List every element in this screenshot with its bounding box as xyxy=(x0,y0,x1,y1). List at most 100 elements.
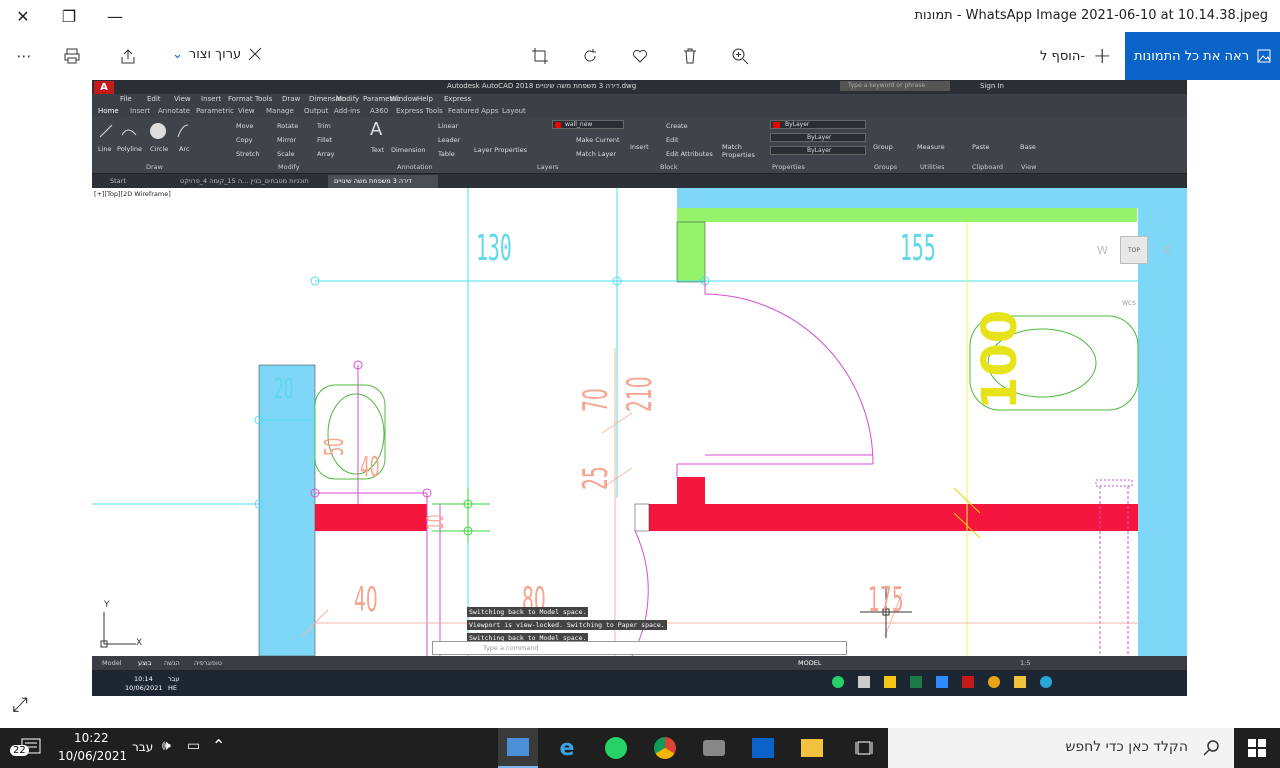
ribbon-tab[interactable]: Insert xyxy=(130,107,150,115)
ribbon-tab[interactable]: Featured Apps xyxy=(448,107,498,115)
menu-item[interactable]: Help xyxy=(417,95,433,103)
measure-tool[interactable]: Measure xyxy=(917,143,945,151)
taskbar-camera[interactable] xyxy=(694,734,734,762)
menu-item[interactable]: Draw xyxy=(282,95,300,103)
taskbar-photos[interactable] xyxy=(498,728,538,768)
polyline-tool[interactable]: Polyline xyxy=(117,145,142,153)
network-icon[interactable]: ▭ xyxy=(187,738,200,754)
insert-tool[interactable]: Insert xyxy=(630,143,649,151)
file-tab-kitchens[interactable]: תוכניות מטבחים_בניין ...ה 15_קומה 4_פרוי… xyxy=(180,177,309,185)
layout-tab-1[interactable]: בוצע xyxy=(138,659,151,667)
leader-tool[interactable]: Leader xyxy=(438,136,460,144)
calculator-icon[interactable] xyxy=(858,676,870,688)
model-space-indicator[interactable]: MODEL xyxy=(798,659,821,667)
drawing-canvas[interactable]: [+][Top][2D Wireframe] 130 155 100 20 50… xyxy=(92,188,1187,656)
menu-item[interactable]: Window xyxy=(390,95,418,103)
task-view-button[interactable] xyxy=(844,736,884,760)
scale-tool[interactable]: Scale xyxy=(277,150,295,158)
layer-dropdown[interactable]: wall_new xyxy=(552,120,624,129)
taskbar-ie[interactable]: e xyxy=(547,734,587,762)
taskbar-whatsapp[interactable] xyxy=(596,734,636,762)
match-layer-tool[interactable]: Match Layer xyxy=(576,150,616,158)
dimension-tool[interactable]: Dimension xyxy=(391,146,426,154)
ribbon-tab[interactable]: Home xyxy=(98,107,119,115)
edge-icon[interactable] xyxy=(1040,676,1052,688)
autocad-search[interactable]: Type a keyword or phrase xyxy=(840,81,950,91)
annotation-scale[interactable]: 1:5 xyxy=(1020,659,1030,667)
arc-tool[interactable]: Arc xyxy=(179,145,190,153)
ribbon-tab[interactable]: Annotate xyxy=(158,107,190,115)
layout-tab-model[interactable]: Model xyxy=(102,659,122,667)
linetype-dropdown[interactable]: ByLayer xyxy=(770,133,866,142)
taskbar-outlook[interactable] xyxy=(743,734,783,762)
viewcube-east[interactable]: E xyxy=(1164,244,1171,257)
viewcube[interactable]: TOP xyxy=(1120,236,1148,264)
create-block-tool[interactable]: Create xyxy=(666,122,688,130)
ribbon-tab[interactable]: Express Tools xyxy=(396,107,443,115)
make-current-tool[interactable]: Make Current xyxy=(576,136,620,144)
layout-tab-2[interactable]: הגשה xyxy=(164,659,180,667)
explorer-icon[interactable] xyxy=(1014,676,1026,688)
menu-item[interactable]: Insert xyxy=(201,95,221,103)
volume-icon[interactable]: 🕪 xyxy=(162,738,171,754)
whatsapp-icon[interactable] xyxy=(832,676,844,688)
delete-button[interactable] xyxy=(674,40,706,72)
fillet-tool[interactable]: Fillet xyxy=(317,136,332,144)
excel-icon[interactable] xyxy=(910,676,922,688)
move-tool[interactable]: Move xyxy=(236,122,253,130)
circle-tool[interactable]: Circle xyxy=(150,145,168,153)
stretch-tool[interactable]: Stretch xyxy=(236,150,259,158)
array-tool[interactable]: Array xyxy=(317,150,335,158)
menu-item[interactable]: Edit xyxy=(147,95,161,103)
fullscreen-icon[interactable]: ⤢ xyxy=(12,692,28,716)
tray-chevron-icon[interactable]: ⌃ xyxy=(212,736,225,755)
taskbar-chrome[interactable] xyxy=(645,734,685,762)
line-tool[interactable]: Line xyxy=(98,145,112,153)
crop-button[interactable] xyxy=(524,40,556,72)
chrome-icon[interactable] xyxy=(988,676,1000,688)
input-language[interactable]: עבר xyxy=(132,740,153,754)
add-to-button[interactable]: הוסף ל- + xyxy=(1040,44,1111,69)
ribbon-tab[interactable]: A360 xyxy=(370,107,388,115)
menu-item[interactable]: Express xyxy=(444,95,471,103)
taskbar-search[interactable]: הקלד כאן כדי לחפש xyxy=(888,728,1234,768)
viewcube-west[interactable]: W xyxy=(1097,244,1108,257)
text-tool[interactable]: Text xyxy=(371,146,384,154)
lineweight-dropdown[interactable]: ByLayer xyxy=(770,146,866,155)
base-tool[interactable]: Base xyxy=(1020,143,1036,151)
minimize-button[interactable]: — xyxy=(92,0,138,32)
ribbon-tab[interactable]: Manage xyxy=(266,107,294,115)
edit-attributes-tool[interactable]: Edit Attributes xyxy=(666,150,713,158)
ribbon-tab[interactable]: View xyxy=(238,107,255,115)
file-tab-start[interactable]: Start xyxy=(110,177,126,185)
menu-item[interactable]: Format xyxy=(228,95,253,103)
wcs-menu[interactable]: WCS xyxy=(1122,300,1136,307)
sign-in-link[interactable]: Sign In xyxy=(980,82,1004,90)
command-input[interactable]: Type a command xyxy=(432,641,847,655)
menu-item[interactable]: Tools xyxy=(255,95,272,103)
ribbon-tab[interactable]: Parametric xyxy=(196,107,234,115)
print-button[interactable] xyxy=(56,40,88,72)
close-button[interactable]: ✕ xyxy=(0,0,46,32)
menu-item[interactable]: File xyxy=(120,95,132,103)
file-tab-active[interactable]: דירה 3 משפחת משה שינויים xyxy=(334,177,412,185)
edit-create-button[interactable]: ⌄ ערוך וצור xyxy=(172,46,263,62)
group-tool[interactable]: Group xyxy=(873,143,893,151)
ribbon-tab[interactable]: Layout xyxy=(502,107,526,115)
mirror-tool[interactable]: Mirror xyxy=(277,136,296,144)
ribbon-tab[interactable]: Add-ins xyxy=(334,107,360,115)
start-button[interactable] xyxy=(1234,728,1280,768)
ribbon-tab[interactable]: Output xyxy=(304,107,328,115)
notes-icon[interactable] xyxy=(884,676,896,688)
more-button[interactable]: ⋯ xyxy=(8,40,40,72)
restore-button[interactable]: ❐ xyxy=(46,0,92,32)
zoom-icon[interactable] xyxy=(936,676,948,688)
linear-tool[interactable]: Linear xyxy=(438,122,458,130)
layout-tab-3[interactable]: טופוגרפיה xyxy=(194,659,222,667)
edit-block-tool[interactable]: Edit xyxy=(666,136,679,144)
match-properties-tool[interactable]: Match Properties xyxy=(722,143,755,159)
copy-tool[interactable]: Copy xyxy=(236,136,253,144)
table-tool[interactable]: Table xyxy=(438,150,455,158)
trim-tool[interactable]: Trim xyxy=(317,122,331,130)
autocad-icon[interactable] xyxy=(962,676,974,688)
